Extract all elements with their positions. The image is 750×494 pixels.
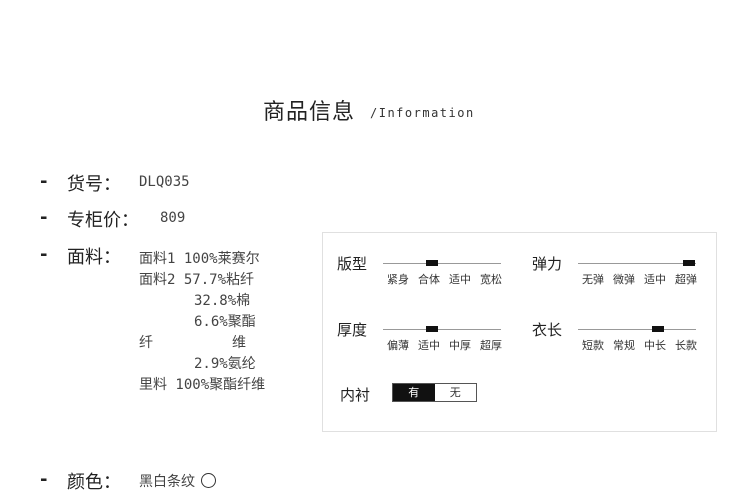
- scale-option: 无弹: [582, 273, 604, 286]
- fabric-label: 面料：: [67, 247, 121, 268]
- fabric-line: 维: [232, 335, 246, 351]
- fabric-line: 32.8%棉: [194, 293, 251, 309]
- scale-marker: [652, 326, 664, 332]
- item-no-label: 货号：: [67, 174, 121, 195]
- scale-option: 偏薄: [387, 339, 409, 352]
- color-text: 黑白条纹: [139, 474, 195, 490]
- scale-marker: [426, 326, 438, 332]
- elasticity-label: 弹力: [532, 255, 563, 273]
- lining-no: 无: [449, 386, 461, 399]
- scale-option: 超弹: [675, 273, 697, 286]
- fabric-line: 纤: [139, 335, 153, 351]
- fabric-line: 6.6%聚酯: [194, 314, 256, 330]
- color-swatch-icon: [201, 473, 216, 488]
- fabric-line: 面料2 57.7%粘纤: [139, 272, 255, 288]
- info-title: 商品信息: [263, 100, 356, 125]
- scale-line: [578, 263, 696, 264]
- fit-label: 版型: [337, 255, 368, 273]
- length-label: 衣长: [532, 321, 563, 339]
- scale-option: 微弹: [613, 273, 635, 286]
- scale-option: 常规: [613, 339, 635, 352]
- fit-scale: 紧身 合体 适中 宽松: [383, 257, 502, 286]
- lining-yes: 有: [393, 384, 435, 401]
- scale-marker: [683, 260, 695, 266]
- lining-label: 内衬: [340, 386, 371, 404]
- scale-line: [383, 329, 501, 330]
- scale-option: 适中: [644, 273, 666, 286]
- fabric-line: 2.9%氨纶: [194, 356, 256, 372]
- scale-option: 短款: [582, 339, 604, 352]
- fabric-line: 面料1 100%莱赛尔: [139, 251, 260, 267]
- price-value: 809: [160, 210, 186, 226]
- thickness-label: 厚度: [337, 321, 368, 339]
- bullet: -: [40, 171, 48, 192]
- attribute-panel: 版型 紧身 合体 适中 宽松 弹力 无弹 微弹 适中 超弹 厚度 偏薄 适中 中厚 超厚 衣长 短…: [322, 232, 717, 432]
- scale-option: 宽松: [480, 273, 502, 286]
- color-value: 黑白条纹: [139, 471, 216, 491]
- bullet: -: [40, 469, 48, 490]
- color-label: 颜色：: [67, 472, 121, 493]
- scale-option: 适中: [418, 339, 440, 352]
- scale-option: 中长: [644, 339, 666, 352]
- scale-line: [383, 263, 501, 264]
- scale-option: 紧身: [387, 273, 409, 286]
- scale-option: 超厚: [480, 339, 502, 352]
- length-scale: 短款 常规 中长 长款: [578, 323, 697, 352]
- scale-option: 合体: [418, 273, 440, 286]
- thickness-scale: 偏薄 适中 中厚 超厚: [383, 323, 502, 352]
- info-subtitle: /Information: [370, 106, 475, 120]
- bullet: -: [40, 207, 48, 228]
- scale-line: [578, 329, 696, 330]
- scale-marker: [426, 260, 438, 266]
- scale-option: 长款: [675, 339, 697, 352]
- lining-toggle: 有 无: [392, 383, 477, 402]
- price-label: 专柜价：: [67, 210, 139, 231]
- item-no-value: DLQ035: [139, 174, 190, 190]
- scale-option: 适中: [449, 273, 471, 286]
- elasticity-scale: 无弹 微弹 适中 超弹: [578, 257, 697, 286]
- fabric-line: 里料 100%聚酯纤维: [139, 377, 266, 393]
- scale-option: 中厚: [449, 339, 471, 352]
- bullet: -: [40, 244, 48, 265]
